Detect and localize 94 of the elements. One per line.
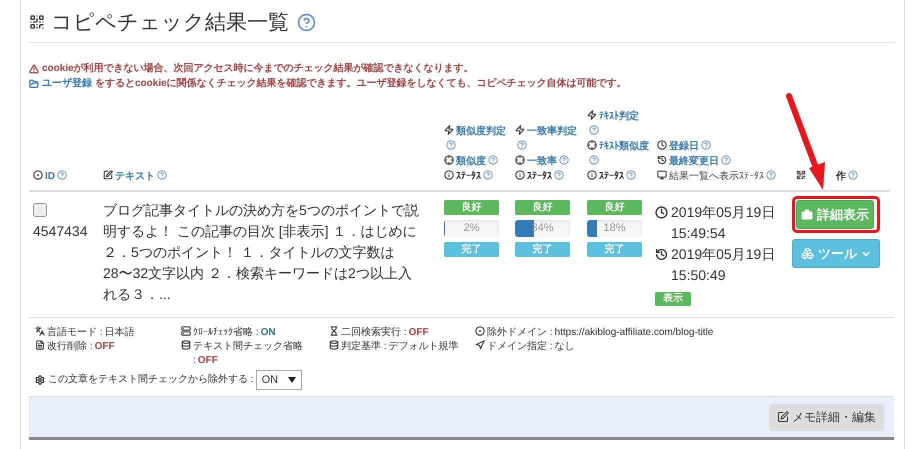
column-header: 結果一覧へ表示ｽﾃｰﾀｽ bbox=[669, 171, 764, 182]
help-icon[interactable] bbox=[589, 125, 599, 135]
setting-text: 改行削除 : OFF bbox=[47, 340, 115, 354]
judgement-label: 良好 bbox=[515, 200, 570, 215]
help-icon[interactable] bbox=[559, 155, 569, 165]
column-header: 一致率 bbox=[527, 156, 557, 167]
grid-icon bbox=[29, 14, 45, 30]
display-status: 表示 bbox=[655, 292, 691, 306]
hourglass-icon bbox=[329, 326, 339, 336]
info-icon bbox=[444, 170, 454, 180]
percent-text: 18% bbox=[602, 221, 627, 236]
column-header: 最終変更日 bbox=[669, 156, 719, 167]
dropdown-icon bbox=[288, 377, 296, 383]
clock-icon bbox=[655, 206, 668, 219]
cubes-icon bbox=[801, 247, 814, 260]
setting-text: ｸﾛｰﾙﾁｪｯｸ省略 : ON bbox=[193, 326, 276, 340]
bolt-icon bbox=[587, 110, 597, 120]
edit-icon bbox=[103, 170, 113, 180]
judgement-label: 良好 bbox=[587, 200, 642, 215]
text-cell: ブログ記事タイトルの決め方を5つのポイントで説明するよ！ この記事の目次 [非表示] １．はじめに２．5つのポイント！ １．タイトルの文字数は28〜32文字以内 ２．検索キーワードは2つ以上入れる３．... bbox=[103, 202, 419, 302]
crosshair-icon bbox=[515, 155, 525, 165]
folder-icon bbox=[29, 78, 39, 88]
column-header: ｽﾃｰﾀｽ bbox=[527, 171, 552, 182]
warning-icon bbox=[29, 64, 39, 74]
column-header: 一致率判定 bbox=[527, 126, 577, 137]
target-icon bbox=[475, 326, 485, 336]
notice-text: をするとcookieに関係なくチェック結果を確認できます。ユーザ登録をしなくても、コピペチェック自体は可能です。 bbox=[95, 76, 627, 91]
help-icon[interactable] bbox=[766, 170, 776, 180]
column-header: ID bbox=[45, 171, 55, 182]
briefcase-icon bbox=[801, 208, 813, 220]
help-icon[interactable] bbox=[157, 170, 167, 180]
grid-icon bbox=[796, 170, 806, 180]
judgement-label: 良好 bbox=[444, 200, 499, 215]
help-icon[interactable] bbox=[848, 170, 858, 180]
setting-text: 言語モード : 日本語 bbox=[47, 326, 135, 340]
help-icon[interactable] bbox=[488, 155, 498, 165]
target-icon bbox=[33, 170, 43, 180]
document-icon bbox=[35, 340, 45, 350]
help-icon[interactable] bbox=[626, 170, 636, 180]
clock-icon bbox=[657, 140, 667, 150]
help-icon[interactable] bbox=[554, 170, 564, 180]
history-icon bbox=[657, 155, 667, 165]
setting-text: 判定基準 : デフォルト規準 bbox=[341, 340, 459, 354]
status-label: 完了 bbox=[587, 242, 642, 257]
status-label: 完了 bbox=[515, 242, 570, 257]
bolt-icon bbox=[444, 125, 454, 135]
help-icon[interactable] bbox=[589, 155, 599, 165]
help-icon[interactable] bbox=[57, 170, 67, 180]
edit-icon bbox=[777, 411, 789, 423]
column-header: テキスト bbox=[115, 171, 155, 182]
help-icon[interactable] bbox=[721, 155, 731, 165]
column-header: 類似度判定 bbox=[456, 126, 506, 137]
info-icon bbox=[515, 170, 525, 180]
language-icon bbox=[35, 326, 45, 336]
help-icon[interactable] bbox=[446, 140, 456, 150]
exclude-select[interactable]: ON bbox=[256, 370, 302, 390]
column-header: 作 bbox=[836, 171, 846, 182]
setting-text: 除外ドメイン : https://akiblog-affiliate.com/blog-title bbox=[487, 326, 714, 340]
detail-button[interactable]: 詳細表示 bbox=[796, 200, 874, 229]
column-header: ｽﾃｰﾀｽ bbox=[456, 171, 481, 182]
column-header: ﾃｷｽﾄ判定 bbox=[599, 111, 639, 122]
modified-date: 2019年05月19日 15:50:49 bbox=[671, 245, 776, 285]
info-icon bbox=[587, 170, 597, 180]
setting-text: 二回検索実行 : OFF bbox=[341, 326, 429, 340]
column-header: 類似度 bbox=[456, 156, 486, 167]
registered-date: 2019年05月19日 15:49:54 bbox=[671, 203, 776, 243]
setting-text: ドメイン指定 : なし bbox=[487, 340, 575, 354]
history-icon bbox=[655, 248, 668, 261]
column-header: 登録日 bbox=[669, 141, 699, 152]
pointer-icon bbox=[475, 340, 485, 350]
notice-text: cookieが利用できない場合、次回アクセス時に今までのチェック結果が確認できなくなります。 bbox=[42, 62, 474, 76]
bolt-icon bbox=[515, 125, 525, 135]
help-icon[interactable] bbox=[297, 12, 316, 32]
setting-text: テキスト間チェック省略 : OFF bbox=[193, 340, 304, 368]
help-icon[interactable] bbox=[701, 140, 711, 150]
help-icon[interactable] bbox=[483, 170, 493, 180]
memo-button[interactable]: メモ詳細・編集 bbox=[769, 404, 884, 430]
page-title: コピペチェック結果一覧 bbox=[51, 10, 289, 36]
register-link[interactable]: ユーザ登録 bbox=[42, 76, 92, 91]
status-label: 完了 bbox=[444, 242, 499, 257]
crosshair-icon bbox=[444, 155, 454, 165]
column-header: ﾃｷｽﾄ類似度 bbox=[599, 141, 649, 152]
exclude-label: この文章をテキスト間チェックから除外する : bbox=[48, 373, 254, 387]
crosshair-icon bbox=[587, 140, 597, 150]
help-icon[interactable] bbox=[517, 140, 527, 150]
server-icon bbox=[181, 326, 191, 336]
database-icon bbox=[329, 340, 339, 350]
id-cell-text: 4547434 bbox=[33, 222, 89, 241]
gear-icon bbox=[35, 375, 45, 385]
percent-text: 2% bbox=[462, 221, 480, 236]
monitor-icon bbox=[657, 170, 667, 180]
row-checkbox[interactable] bbox=[33, 203, 47, 217]
database-icon bbox=[181, 340, 191, 350]
column-header: ｽﾃｰﾀｽ bbox=[599, 171, 624, 182]
